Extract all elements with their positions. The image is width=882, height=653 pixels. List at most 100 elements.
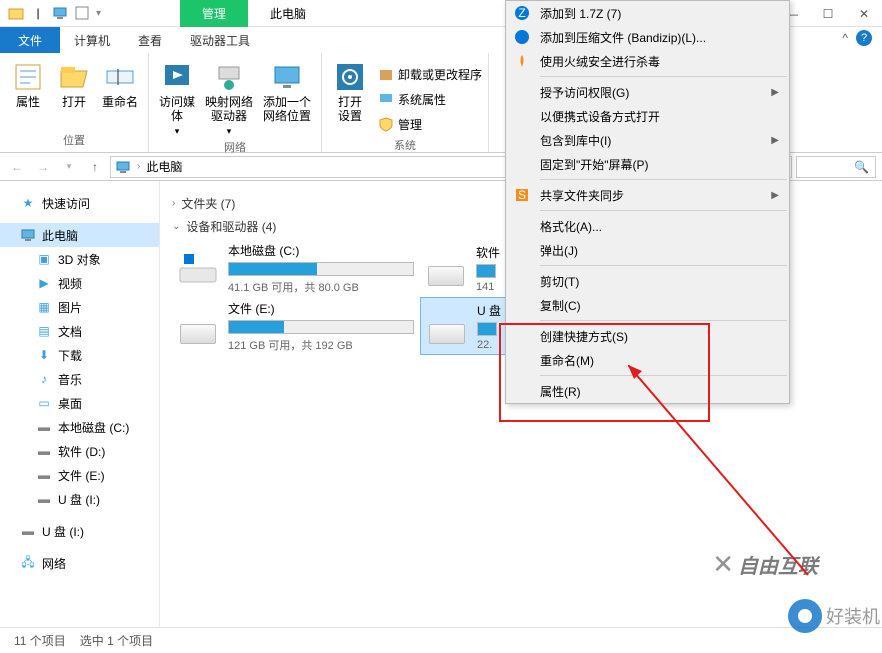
ctx-format[interactable]: 格式化(A)... (506, 214, 789, 238)
ctx-eject[interactable]: 弹出(J) (506, 238, 789, 262)
ctx-properties[interactable]: 属性(R) (506, 379, 789, 403)
drive-usage-bar (476, 264, 496, 278)
separator (540, 375, 787, 376)
sidebar-item-music[interactable]: ♪音乐 (0, 367, 159, 391)
sidebar-item-3d[interactable]: ▣3D 对象 (0, 247, 159, 271)
manage-button[interactable]: 管理 (378, 113, 482, 135)
help-icon[interactable]: ? (856, 30, 872, 46)
checkbox-icon[interactable] (74, 5, 90, 21)
drive-name: 文件 (E:) (228, 300, 414, 317)
drive-usage-bar (477, 322, 497, 336)
chevron-right-icon: › (172, 198, 175, 209)
tab-computer[interactable]: 计算机 (60, 27, 124, 53)
sidebar-item-drive-d[interactable]: ▬软件 (D:) (0, 439, 159, 463)
drive-usage-bar (228, 262, 414, 276)
music-icon: ♪ (36, 371, 52, 387)
separator (540, 320, 787, 321)
back-button[interactable]: ← (6, 156, 28, 178)
ribbon-group-system: 打开 设置 卸载或更改程序 系统属性 管理 系统 (322, 53, 489, 152)
ctx-rename[interactable]: 重命名(M) (506, 348, 789, 372)
sidebar-network[interactable]: 🖧网络 (0, 551, 159, 575)
chevron-right-icon: ▶ (771, 190, 779, 201)
ctx-create-shortcut[interactable]: 创建快捷方式(S) (506, 324, 789, 348)
sidebar-item-drive-c[interactable]: ▬本地磁盘 (C:) (0, 415, 159, 439)
drive-c[interactable]: 本地磁盘 (C:) 41.1 GB 可用，共 80.0 GB (172, 239, 420, 297)
sidebar-item-videos[interactable]: ▶视频 (0, 271, 159, 295)
document-icon: ▤ (36, 323, 52, 339)
drive-icon (178, 250, 218, 286)
recent-dropdown[interactable]: ▾ (58, 156, 80, 178)
add-network-location-button[interactable]: 添加一个 网络位置 (259, 57, 315, 124)
drive-icon (426, 250, 466, 286)
drive-icon (178, 308, 218, 344)
x-logo-icon: ✕ (712, 549, 734, 580)
folder-icon (8, 5, 24, 21)
sidebar-this-pc[interactable]: 此电脑 (0, 223, 159, 247)
qat-dropdown-icon[interactable]: ▾ (96, 8, 101, 19)
chevron-right-icon: ▶ (771, 135, 779, 146)
maximize-button[interactable]: ☐ (810, 0, 846, 27)
gear-icon (334, 61, 366, 93)
title-tab-manage[interactable]: 管理 (180, 0, 248, 27)
sync-icon: S (514, 187, 530, 203)
desktop-icon: ▭ (36, 395, 52, 411)
map-drive-button[interactable]: 映射网络 驱动器 ▾ (201, 57, 257, 137)
forward-button[interactable]: → (32, 156, 54, 178)
ctx-grant-access[interactable]: 授予访问权限(G)▶ (506, 80, 789, 104)
title-tab-this-pc: 此电脑 (248, 0, 328, 27)
sidebar-item-desktop[interactable]: ▭桌面 (0, 391, 159, 415)
sidebar-quick-access[interactable]: ★ 快速访问 (0, 191, 159, 215)
up-button[interactable]: ↑ (84, 156, 106, 178)
tab-drive-tools[interactable]: 驱动器工具 (176, 27, 264, 53)
network-icon: 🖧 (20, 555, 36, 571)
usb-icon: ▬ (20, 523, 36, 539)
download-icon: ⬇ (36, 347, 52, 363)
ctx-copy[interactable]: 复制(C) (506, 293, 789, 317)
monitor-small-icon (378, 91, 394, 107)
ctx-cut[interactable]: 剪切(T) (506, 269, 789, 293)
drive-subtext: 121 GB 可用，共 192 GB (228, 337, 414, 353)
usb-icon: ▬ (36, 491, 52, 507)
properties-button[interactable]: 属性 (6, 57, 50, 109)
pc-icon[interactable] (52, 5, 68, 21)
separator (540, 179, 787, 180)
uninstall-programs-button[interactable]: 卸载或更改程序 (378, 63, 482, 85)
ctx-add-to-7z[interactable]: Z添加到 1.7Z (7) (506, 1, 789, 25)
sidebar-usb-drive[interactable]: ▬U 盘 (I:) (0, 519, 159, 543)
sidebar-item-drive-i[interactable]: ▬U 盘 (I:) (0, 487, 159, 511)
ctx-add-to-bandizip[interactable]: 添加到压缩文件 (Bandizip)(L)... (506, 25, 789, 49)
sidebar-item-downloads[interactable]: ⬇下载 (0, 343, 159, 367)
star-icon: ★ (20, 195, 36, 211)
drive-e[interactable]: 文件 (E:) 121 GB 可用，共 192 GB (172, 297, 420, 355)
drive-icon: ▬ (36, 419, 52, 435)
separator (540, 210, 787, 211)
drive-icon: ▬ (36, 443, 52, 459)
search-input[interactable]: 🔍 (796, 156, 876, 178)
cube-icon: ▣ (36, 251, 52, 267)
close-button[interactable]: ✕ (846, 0, 882, 27)
ctx-include-library[interactable]: 包含到库中(I)▶ (506, 128, 789, 152)
search-icon: 🔍 (854, 160, 869, 174)
ctx-sync-folder[interactable]: S共享文件夹同步▶ (506, 183, 789, 207)
chevron-right-icon: › (137, 161, 140, 172)
sidebar-item-pictures[interactable]: ▦图片 (0, 295, 159, 319)
system-properties-button[interactable]: 系统属性 (378, 88, 482, 110)
tab-view[interactable]: 查看 (124, 27, 176, 53)
drive-usage-bar (228, 320, 414, 334)
pc-icon (115, 159, 131, 175)
navigation-sidebar: ★ 快速访问 此电脑 ▣3D 对象 ▶视频 ▦图片 ▤文档 ⬇下载 ♪音乐 ▭桌… (0, 181, 160, 627)
sidebar-item-drive-e[interactable]: ▬文件 (E:) (0, 463, 159, 487)
quick-access-toolbar: | ▾ (0, 5, 101, 21)
tab-file[interactable]: 文件 (0, 27, 60, 53)
ctx-huorong-scan[interactable]: 使用火绒安全进行杀毒 (506, 49, 789, 73)
ribbon-collapse-icon[interactable]: ^ (842, 31, 848, 45)
open-settings-button[interactable]: 打开 设置 (328, 57, 372, 124)
access-media-button[interactable]: 访问媒体 ▾ (155, 57, 199, 137)
rename-button[interactable]: 重命名 (98, 57, 142, 109)
sidebar-item-documents[interactable]: ▤文档 (0, 319, 159, 343)
ctx-open-portable[interactable]: 以便携式设备方式打开 (506, 104, 789, 128)
ribbon-group-location: 属性 打开 重命名 位置 (0, 53, 149, 152)
address-path: 此电脑 (146, 158, 182, 175)
open-button[interactable]: 打开 (52, 57, 96, 109)
ctx-pin-start[interactable]: 固定到"开始"屏幕(P) (506, 152, 789, 176)
